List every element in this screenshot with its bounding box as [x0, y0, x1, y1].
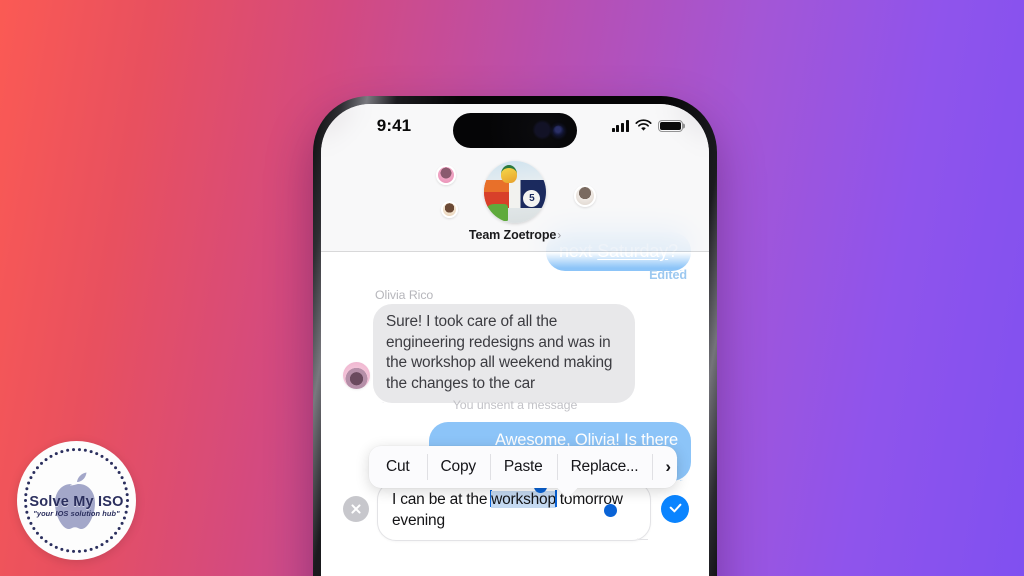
- sender-name: Olivia Rico: [375, 288, 434, 302]
- menu-item-cut[interactable]: Cut: [369, 446, 427, 488]
- scroll-fade: [321, 252, 709, 268]
- composer-fade-overlay: [321, 570, 709, 576]
- battery-full-icon: [658, 119, 683, 132]
- chevron-right-icon[interactable]: ›: [652, 446, 683, 488]
- conversation-title: Team Zoetrope: [468, 228, 557, 242]
- edited-status-label: Edited: [649, 268, 687, 282]
- bubble-tail-icon: [637, 523, 655, 541]
- confirm-edit-button[interactable]: [661, 495, 689, 523]
- conversation-title-group[interactable]: 5 Team Zoetrope›: [436, 161, 596, 242]
- page-title[interactable]: Team Zoetrope›: [440, 228, 590, 242]
- cancel-edit-button[interactable]: [343, 496, 369, 522]
- logo-tagline: "your IOS solution hub": [33, 509, 120, 519]
- conversation-header: 9:41 5 Team Zoetrope›: [321, 104, 709, 252]
- status-bar: 9:41: [321, 104, 709, 154]
- signal-bars-icon: [611, 120, 629, 132]
- message-row-incoming[interactable]: Sure! I took care of all the engineering…: [321, 304, 709, 403]
- wifi-icon: [635, 119, 652, 131]
- logo-title: Solve My ISO: [29, 493, 124, 510]
- selected-text[interactable]: workshop: [491, 491, 556, 508]
- logo-disc: Solve My ISO "your IOS solution hub": [17, 441, 136, 560]
- watermark-logo: Solve My ISO "your IOS solution hub": [17, 441, 136, 560]
- edit-message-bubble[interactable]: I can be at the workshop tomorrow evenin…: [377, 480, 651, 541]
- front-camera-icon: [553, 125, 564, 136]
- status-bar-indicators: [611, 118, 683, 132]
- edit-message-zone[interactable]: Cut Copy Paste Replace... › I can be at …: [321, 446, 709, 548]
- message-bubble-incoming[interactable]: Sure! I took care of all the engineering…: [373, 304, 635, 403]
- avatar-badge-number: 5: [523, 189, 541, 207]
- memoji-olivia-icon: [436, 165, 456, 185]
- text-edit-context-menu[interactable]: Cut Copy Paste Replace... ›: [369, 446, 677, 488]
- iphone-mockup: next Saturday? Edited Olivia Rico Sure! …: [313, 96, 717, 576]
- menu-item-copy[interactable]: Copy: [426, 446, 490, 488]
- selection-handle-end[interactable]: [604, 504, 617, 517]
- menu-item-replace[interactable]: Replace...: [556, 446, 653, 488]
- memoji-member-icon: [574, 185, 596, 207]
- system-unsent-message: You unsent a message: [452, 398, 578, 412]
- dynamic-island: [453, 113, 577, 148]
- edit-text-before: I can be at the: [392, 491, 492, 508]
- memoji-member-icon: [441, 201, 458, 218]
- menu-item-paste[interactable]: Paste: [489, 446, 557, 488]
- chevron-right-icon: ›: [557, 228, 562, 242]
- status-bar-time: 9:41: [376, 116, 412, 135]
- message-text: Sure! I took care of all the engineering…: [386, 313, 613, 392]
- group-avatar-icon[interactable]: 5: [484, 161, 546, 223]
- phone-screen: next Saturday? Edited Olivia Rico Sure! …: [321, 104, 709, 576]
